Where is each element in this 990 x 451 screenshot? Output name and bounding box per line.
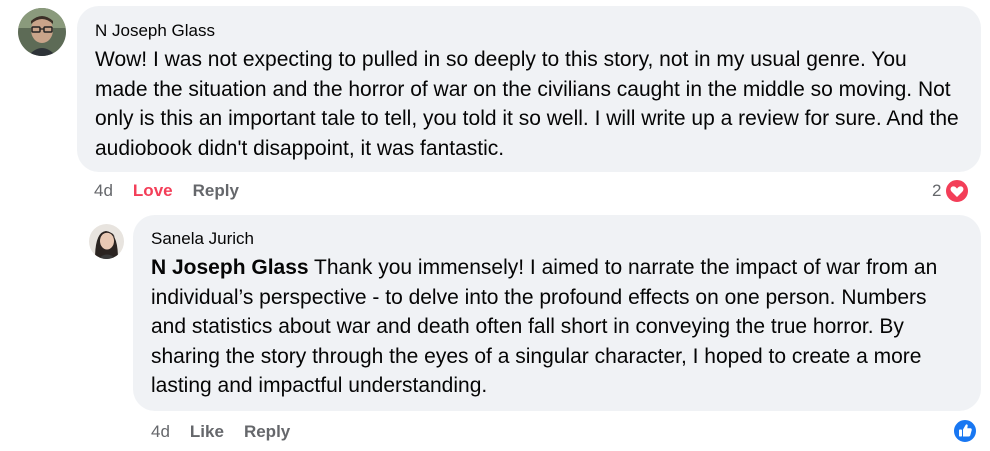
reply-button[interactable]: Reply: [244, 422, 290, 442]
avatar-photo: [18, 8, 66, 56]
like-button[interactable]: Like: [190, 422, 224, 442]
comment-bubble: N Joseph Glass Wow! I was not expecting …: [77, 6, 981, 172]
avatar-photo: [89, 224, 124, 259]
reply-bubble: Sanela Jurich N Joseph Glass Thank you i…: [133, 215, 981, 411]
love-heart-icon: [944, 178, 971, 204]
mention-tag[interactable]: N Joseph Glass: [151, 256, 309, 279]
avatar-n-joseph-glass[interactable]: [18, 8, 66, 56]
like-thumb-icon: [952, 418, 978, 444]
comment-author[interactable]: N Joseph Glass: [95, 20, 963, 42]
reply-reaction-summary[interactable]: [952, 418, 978, 444]
reply-button[interactable]: Reply: [193, 181, 239, 201]
comment-timestamp[interactable]: 4d: [94, 181, 113, 201]
reply-author[interactable]: Sanela Jurich: [151, 228, 963, 250]
reply-timestamp[interactable]: 4d: [151, 422, 170, 442]
comment-actions: 4d Love Reply: [94, 180, 239, 202]
reaction-summary[interactable]: 2: [932, 178, 971, 204]
love-button[interactable]: Love: [133, 181, 173, 201]
avatar-sanela-jurich[interactable]: [89, 224, 124, 259]
reaction-count: 2: [932, 181, 942, 200]
comment-text: Wow! I was not expecting to pulled in so…: [95, 48, 959, 160]
reply-actions: 4d Like Reply: [151, 421, 290, 443]
reply-text: N Joseph Glass Thank you immensely! I ai…: [151, 253, 963, 401]
